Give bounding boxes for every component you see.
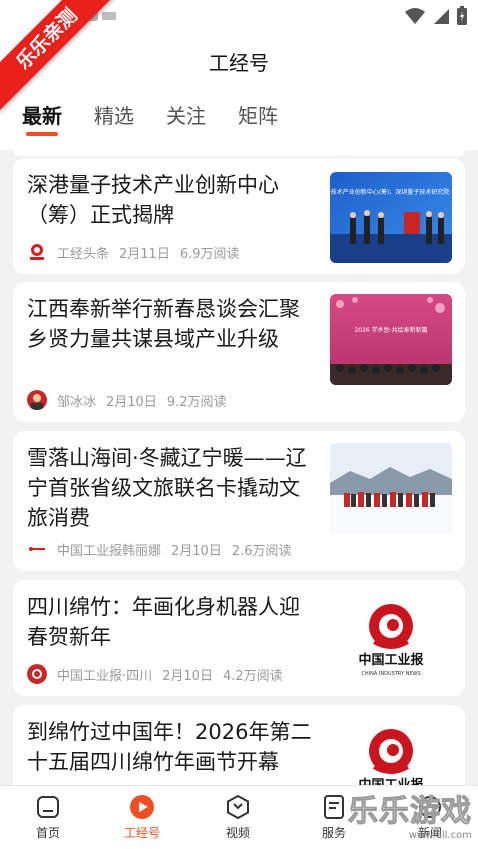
nav-label: 首页 <box>35 826 60 840</box>
article-title: 四川绵竹：年画化身机器人迎春贺新年 <box>27 595 300 649</box>
article-meta: 邹冰冰 2月10日 9.2万阅读 <box>27 390 227 410</box>
tab-latest[interactable]: 最新 <box>22 100 62 136</box>
article-meta: 工经头条 2月11日 6.9万阅读 <box>27 242 240 262</box>
article-feed[interactable]: 深港量子技术产业创新中心（筹）正式揭牌 工经头条 2月11日 6.9万阅读 深港… <box>0 150 478 785</box>
article-card[interactable]: 到绵竹过中国年！2026年第二十五届四川绵竹年画节开幕 中国工业报 <box>13 705 465 785</box>
article-reads: 9.2万阅读 <box>166 394 227 410</box>
article-thumbnail <box>330 443 452 534</box>
tab-matrix[interactable]: 矩阵 <box>238 100 278 136</box>
signal-icon <box>434 9 449 24</box>
watermark-url: www.6ll.com <box>408 830 472 841</box>
article-card-partial[interactable] <box>13 150 465 156</box>
article-card[interactable]: 四川绵竹：年画化身机器人迎春贺新年 中国工业报·四川 2月10日 4.2万阅读 … <box>13 580 465 696</box>
article-thumbnail: 2026 学乡愁·共绘奉新新篇 <box>330 294 452 385</box>
article-reads: 6.9万阅读 <box>179 246 240 262</box>
home-icon <box>37 796 59 818</box>
tab-following[interactable]: 关注 <box>166 100 206 136</box>
article-title: 到绵竹过中国年！2026年第二十五届四川绵竹年画节开幕 <box>27 720 312 774</box>
thumbnail-logo-subtext: CHINA INDUSTRY NEWS <box>361 671 420 677</box>
article-source: 工经头条 <box>57 246 110 262</box>
article-meta: 中国工业报·四川 2月10日 4.2万阅读 <box>27 664 283 684</box>
thumbnail-banner-text: 2026 学乡愁·共绘奉新新篇 <box>354 326 427 334</box>
article-card[interactable]: 江西奉新举行新春恳谈会汇聚乡贤力量共谋县域产业升级 邹冰冰 2月10日 9.2万… <box>13 282 465 422</box>
battery-icon <box>457 6 467 25</box>
play-icon <box>130 795 154 819</box>
article-date: 2月10日 <box>171 543 222 559</box>
watermark-text: 乐乐游戏 <box>348 794 472 830</box>
thumbnail-banner-text: 深港量子技术产业创新中心(筹)、深圳量子技术研究院 揭牌仪式 <box>330 188 452 196</box>
page-title: 工经号 <box>209 51 269 75</box>
article-card[interactable]: 雪落山海间·冬藏辽宁暖——辽宁首张省级文旅联名卡撬动文旅消费 中国工业报韩丽娜 … <box>13 431 465 571</box>
article-date: 2月10日 <box>106 394 157 410</box>
tab-featured[interactable]: 精选 <box>94 100 134 136</box>
thumbnail-logo-text: 中国工业报 <box>358 652 424 668</box>
tab-bar: 最新 精选 关注 矩阵 <box>22 100 278 136</box>
header: 工经号 最新 精选 关注 矩阵 <box>0 32 478 150</box>
article-title: 雪落山海间·冬藏辽宁暖——辽宁首张省级文旅联名卡撬动文旅消费 <box>27 446 307 530</box>
wifi-icon <box>405 8 425 24</box>
article-reads: 2.6万阅读 <box>231 543 292 559</box>
service-icon <box>324 795 344 819</box>
status-icons <box>404 6 468 26</box>
source-logo-icon <box>27 664 47 684</box>
article-date: 2月10日 <box>162 668 213 684</box>
article-source: 中国工业报韩丽娜 <box>57 543 162 559</box>
author-avatar <box>27 390 47 410</box>
article-thumbnail: 中国工业报 <box>330 717 452 785</box>
article-source: 邹冰冰 <box>57 394 97 410</box>
video-icon <box>227 794 249 820</box>
nav-gongjinghao[interactable]: 工经号 <box>102 794 182 841</box>
article-title: 深港量子技术产业创新中心（筹）正式揭牌 <box>27 173 279 227</box>
source-logo-icon <box>27 539 47 559</box>
article-meta: 中国工业报韩丽娜 2月10日 2.6万阅读 <box>27 539 292 559</box>
article-thumbnail: 中国工业报 CHINA INDUSTRY NEWS <box>330 592 452 683</box>
article-thumbnail: 深港量子技术产业创新中心(筹)、深圳量子技术研究院 揭牌仪式 <box>330 172 452 263</box>
article-date: 2月11日 <box>119 246 170 262</box>
article-source: 中国工业报·四川 <box>57 668 153 684</box>
article-title: 江西奉新举行新春恳谈会汇聚乡贤力量共谋县域产业升级 <box>27 297 300 351</box>
source-logo-icon <box>27 242 47 262</box>
watermark: 乐乐游戏 www.6ll.com <box>348 786 473 842</box>
article-card[interactable]: 深港量子技术产业创新中心（筹）正式揭牌 工经头条 2月11日 6.9万阅读 深港… <box>13 158 465 274</box>
nav-label: 工经号 <box>123 826 160 840</box>
article-reads: 4.2万阅读 <box>222 668 283 684</box>
nav-label: 视频 <box>225 826 250 840</box>
thumbnail-logo-text: 中国工业报 <box>358 777 424 785</box>
nav-video[interactable]: 视频 <box>198 794 278 841</box>
nav-home[interactable]: 首页 <box>8 794 88 841</box>
